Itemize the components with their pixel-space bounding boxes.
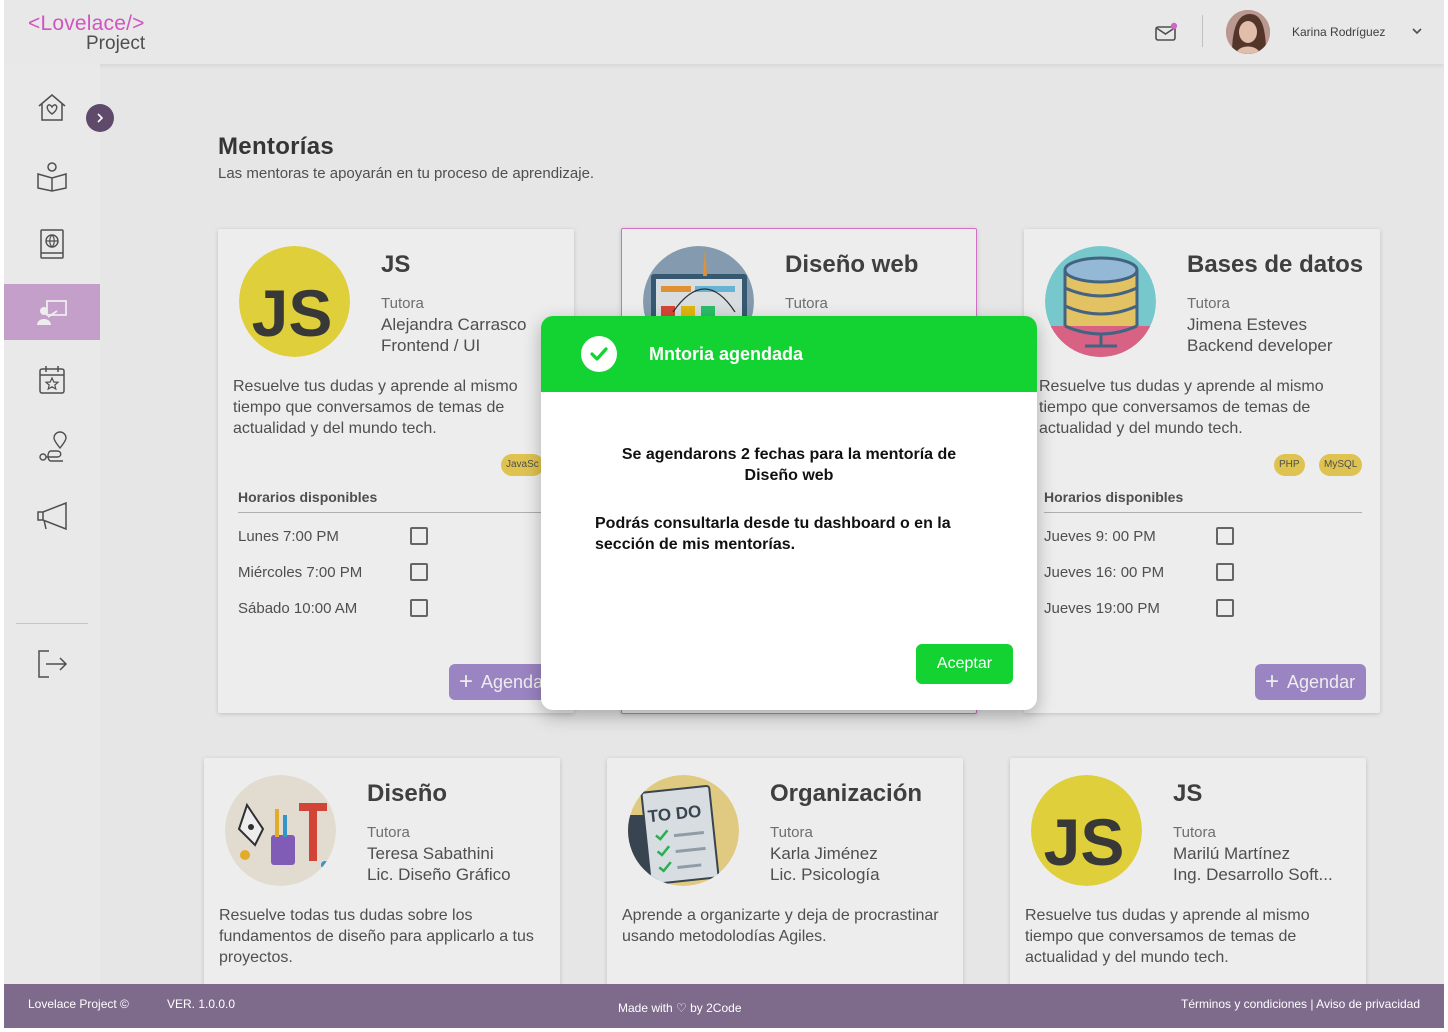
footer-credits: Made with ♡ by 2Code xyxy=(618,1001,742,1015)
footer-version: VER. 1.0.0.0 xyxy=(167,997,236,1011)
accept-button[interactable]: Aceptar xyxy=(916,644,1013,684)
footer-legal-links[interactable]: Términos y condiciones | Aviso de privac… xyxy=(1181,997,1420,1011)
modal-header: Mntoria agendada xyxy=(541,316,1037,392)
sidebar-expand-button[interactable] xyxy=(86,104,114,132)
modal-title: Mntoria agendada xyxy=(649,344,804,364)
footer: Lovelace Project © VER. 1.0.0.0 Made wit… xyxy=(4,984,1444,1028)
footer-brand: Lovelace Project © xyxy=(28,997,129,1011)
confirmation-modal: Mntoria agendada Se agendarons 2 fechas … xyxy=(541,316,1037,710)
modal-info: Podrás consultarla desde tu dashboard o … xyxy=(595,515,951,553)
check-circle-icon xyxy=(581,336,617,372)
modal-message: Se agendarons 2 fechas para la mentoría … xyxy=(621,446,957,484)
app-frame: <Lovelace/> Project Karina Rodríguez Men… xyxy=(4,0,1444,1028)
chevron-right-icon xyxy=(97,113,104,123)
